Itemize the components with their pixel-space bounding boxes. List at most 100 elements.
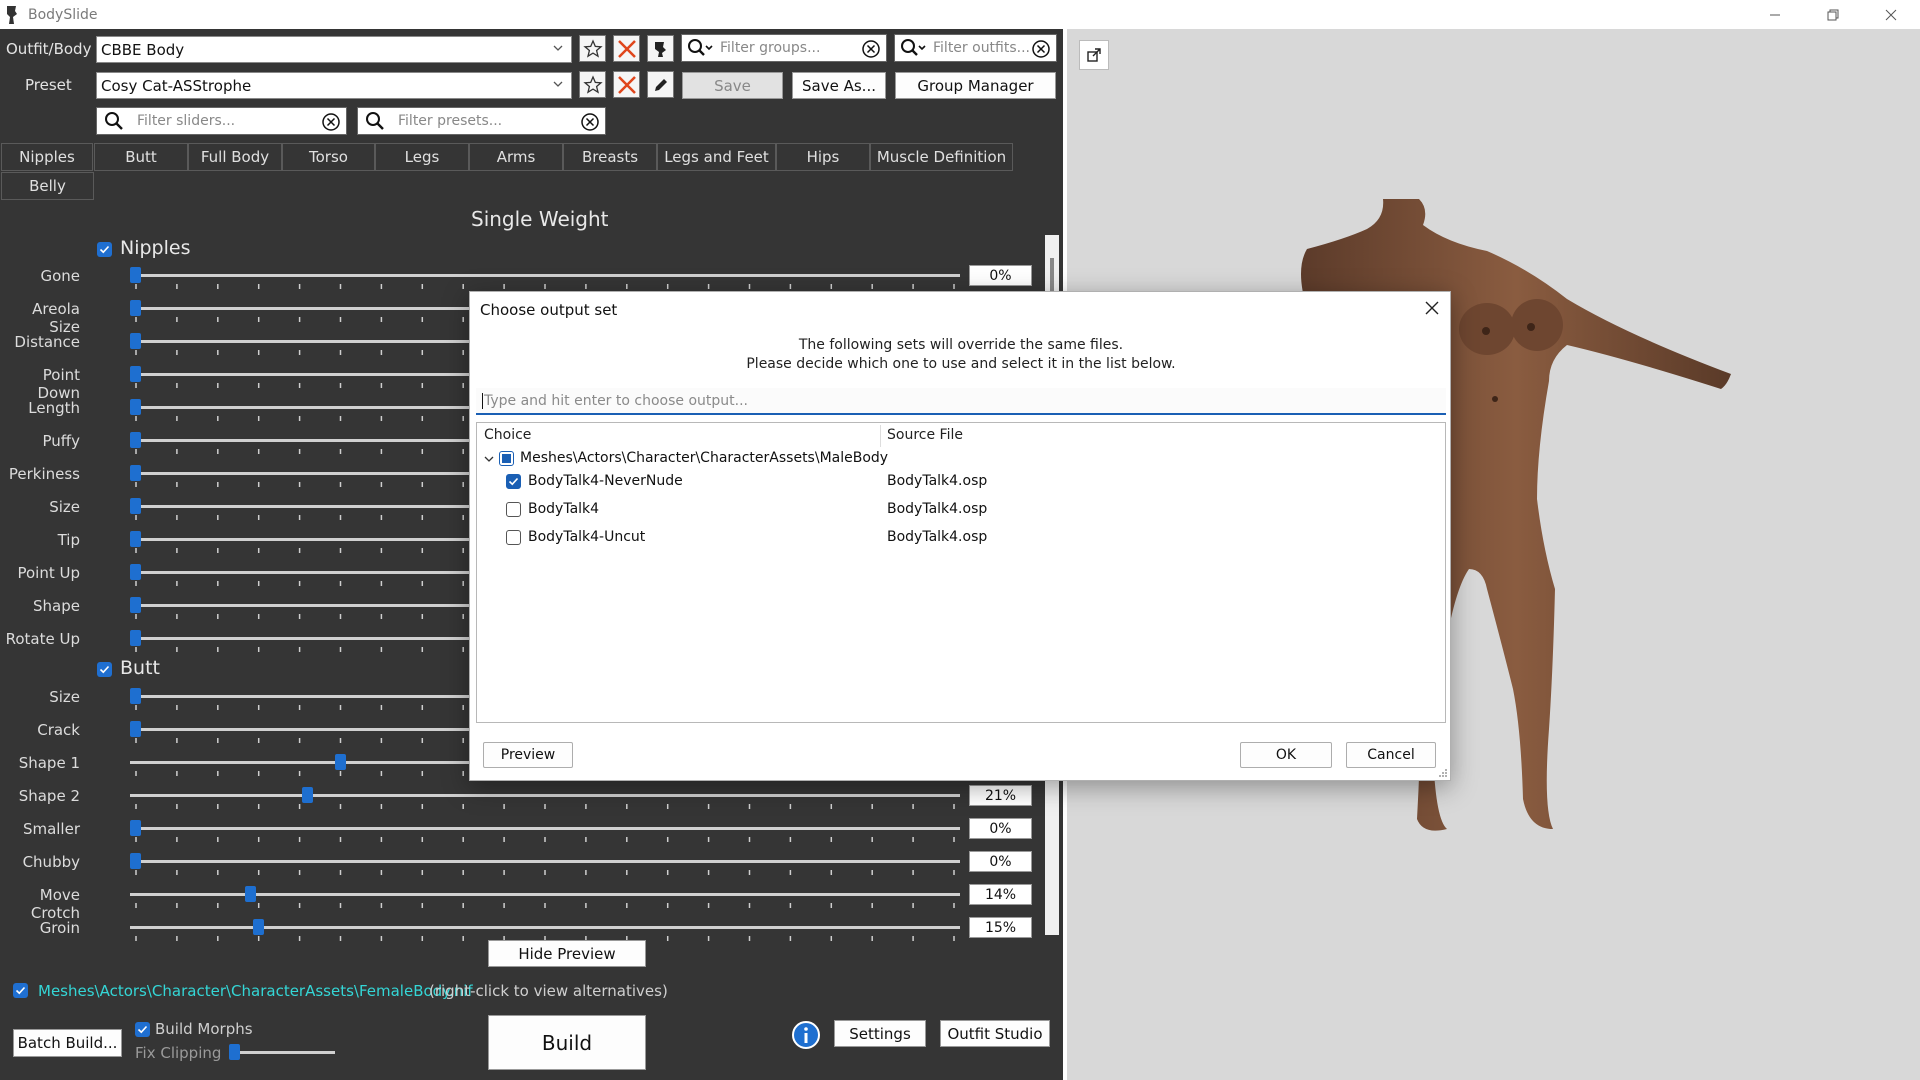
slider-thumb[interactable] — [130, 300, 141, 316]
slider-thumb[interactable] — [130, 366, 141, 382]
save-as-button[interactable]: Save As... — [792, 72, 886, 99]
slider-thumb[interactable] — [130, 432, 141, 448]
hide-preview-button[interactable]: Hide Preview — [488, 940, 646, 967]
slider-value-box[interactable]: 0% — [969, 851, 1032, 872]
tab-full-body[interactable]: Full Body — [188, 143, 282, 171]
filter-outfits-input[interactable]: Filter outfits... — [894, 34, 1057, 62]
slider-track[interactable] — [130, 860, 960, 863]
item-choice[interactable]: BodyTalk4 — [528, 501, 599, 517]
fix-clipping-thumb[interactable] — [229, 1044, 240, 1060]
resize-grip-icon[interactable] — [1438, 768, 1448, 778]
slider-thumb[interactable] — [130, 853, 141, 869]
slider-thumb[interactable] — [334, 754, 346, 770]
slider-thumb[interactable] — [130, 531, 141, 547]
outfit-studio-button[interactable]: Outfit Studio — [940, 1020, 1050, 1047]
slider-thumb[interactable] — [130, 333, 141, 349]
build-morphs-checkbox[interactable] — [135, 1022, 150, 1037]
slider-value-box[interactable]: 0% — [969, 265, 1032, 286]
slider-value-box[interactable]: 14% — [969, 884, 1032, 905]
filter-sliders-input[interactable]: Filter sliders... — [96, 107, 347, 135]
choose-output-input[interactable]: Type and hit enter to choose output... — [476, 388, 1446, 415]
slider-thumb[interactable] — [130, 465, 141, 481]
expand-chevron-icon[interactable] — [483, 453, 495, 465]
item-source: BodyTalk4.osp — [887, 529, 988, 545]
info-button[interactable] — [792, 1021, 820, 1049]
item-choice[interactable]: BodyTalk4-Uncut — [528, 529, 645, 545]
outfit-action-button[interactable] — [647, 35, 674, 62]
settings-button[interactable]: Settings — [834, 1020, 926, 1047]
edit-preset-button[interactable] — [647, 71, 674, 98]
ok-button[interactable]: OK — [1240, 742, 1332, 768]
close-window-button[interactable] — [1862, 0, 1920, 29]
filter-presets-input[interactable]: Filter presets... — [357, 107, 606, 135]
favorite-preset-button[interactable] — [579, 71, 606, 98]
slider-thumb[interactable] — [301, 787, 313, 803]
outfit-body-value: CBBE Body — [101, 40, 185, 59]
slider-thumb[interactable] — [130, 630, 141, 646]
filter-groups-input[interactable]: Filter groups... — [681, 34, 887, 62]
section-butt-checkbox[interactable] — [97, 662, 112, 677]
slider-thumb[interactable] — [130, 721, 141, 737]
tab-torso[interactable]: Torso — [282, 143, 375, 171]
tab-legs[interactable]: Legs — [375, 143, 469, 171]
slider-track[interactable] — [130, 827, 960, 830]
delete-outfit-button[interactable] — [613, 35, 640, 62]
clear-icon[interactable] — [322, 113, 340, 131]
slider-value-box[interactable]: 15% — [969, 917, 1032, 938]
tab-arms[interactable]: Arms — [469, 143, 563, 171]
tab-breasts[interactable]: Breasts — [563, 143, 657, 171]
tab-hips[interactable]: Hips — [776, 143, 870, 171]
tab-legs-and-feet[interactable]: Legs and Feet — [657, 143, 776, 171]
slider-thumb[interactable] — [130, 688, 141, 704]
clear-icon[interactable] — [862, 40, 880, 58]
preview-button[interactable]: Preview — [483, 742, 573, 768]
tab-nipples[interactable]: Nipples — [1, 143, 93, 171]
section-nipples-checkbox[interactable] — [97, 242, 112, 257]
clear-icon[interactable] — [1032, 40, 1050, 58]
slider-thumb[interactable] — [252, 919, 264, 935]
delete-preset-button[interactable] — [613, 71, 640, 98]
slider-thumb[interactable] — [130, 564, 141, 580]
slider-value-box[interactable]: 21% — [969, 785, 1032, 806]
item-checkbox[interactable] — [506, 530, 521, 545]
clear-icon[interactable] — [581, 113, 599, 131]
favorite-outfit-button[interactable] — [579, 35, 606, 62]
slider-thumb[interactable] — [130, 498, 141, 514]
output-path-checkbox[interactable] — [13, 983, 28, 998]
batch-build-button[interactable]: Batch Build... — [13, 1029, 122, 1057]
tab-muscle-definition[interactable]: Muscle Definition — [870, 143, 1013, 171]
save-button[interactable]: Save — [682, 72, 783, 99]
slider-track[interactable] — [130, 794, 960, 797]
item-choice[interactable]: BodyTalk4-NeverNude — [528, 473, 683, 489]
column-header-choice[interactable]: Choice — [484, 427, 531, 443]
preset-dropdown[interactable]: Cosy Cat-ASStrophe — [96, 72, 572, 99]
build-button[interactable]: Build — [488, 1015, 646, 1070]
column-separator[interactable] — [880, 425, 881, 447]
output-path-link[interactable]: Meshes\Actors\Character\CharacterAssets\… — [38, 982, 473, 1000]
slider-label: Areola Size — [32, 300, 80, 336]
tab-belly[interactable]: Belly — [1, 172, 94, 200]
outfit-body-dropdown[interactable]: CBBE Body — [96, 36, 572, 63]
slider-thumb[interactable] — [130, 399, 141, 415]
dialog-title: Choose output set — [480, 301, 618, 319]
item-checkbox[interactable] — [506, 474, 521, 489]
close-icon[interactable] — [1424, 300, 1440, 316]
slider-thumb[interactable] — [130, 267, 141, 283]
slider-thumb[interactable] — [130, 820, 141, 836]
item-checkbox[interactable] — [506, 502, 521, 517]
slider-track[interactable] — [130, 274, 960, 277]
group-checkbox[interactable] — [499, 451, 514, 466]
tab-butt[interactable]: Butt — [94, 143, 188, 171]
bodyslide-logo-icon — [7, 5, 17, 24]
slider-value-box[interactable]: 0% — [969, 818, 1032, 839]
minimize-button[interactable] — [1746, 0, 1804, 29]
column-header-source-file[interactable]: Source File — [887, 427, 963, 443]
cancel-button[interactable]: Cancel — [1346, 742, 1436, 768]
slider-thumb[interactable] — [130, 597, 141, 613]
output-set-list[interactable]: Choice Source File Meshes\Actors\Charact… — [476, 422, 1446, 723]
restore-button[interactable] — [1804, 0, 1862, 29]
group-manager-button[interactable]: Group Manager — [895, 72, 1056, 99]
search-filter-icon — [901, 39, 926, 56]
slider-thumb[interactable] — [244, 886, 256, 902]
choose-output-placeholder: Type and hit enter to choose output... — [484, 392, 748, 409]
